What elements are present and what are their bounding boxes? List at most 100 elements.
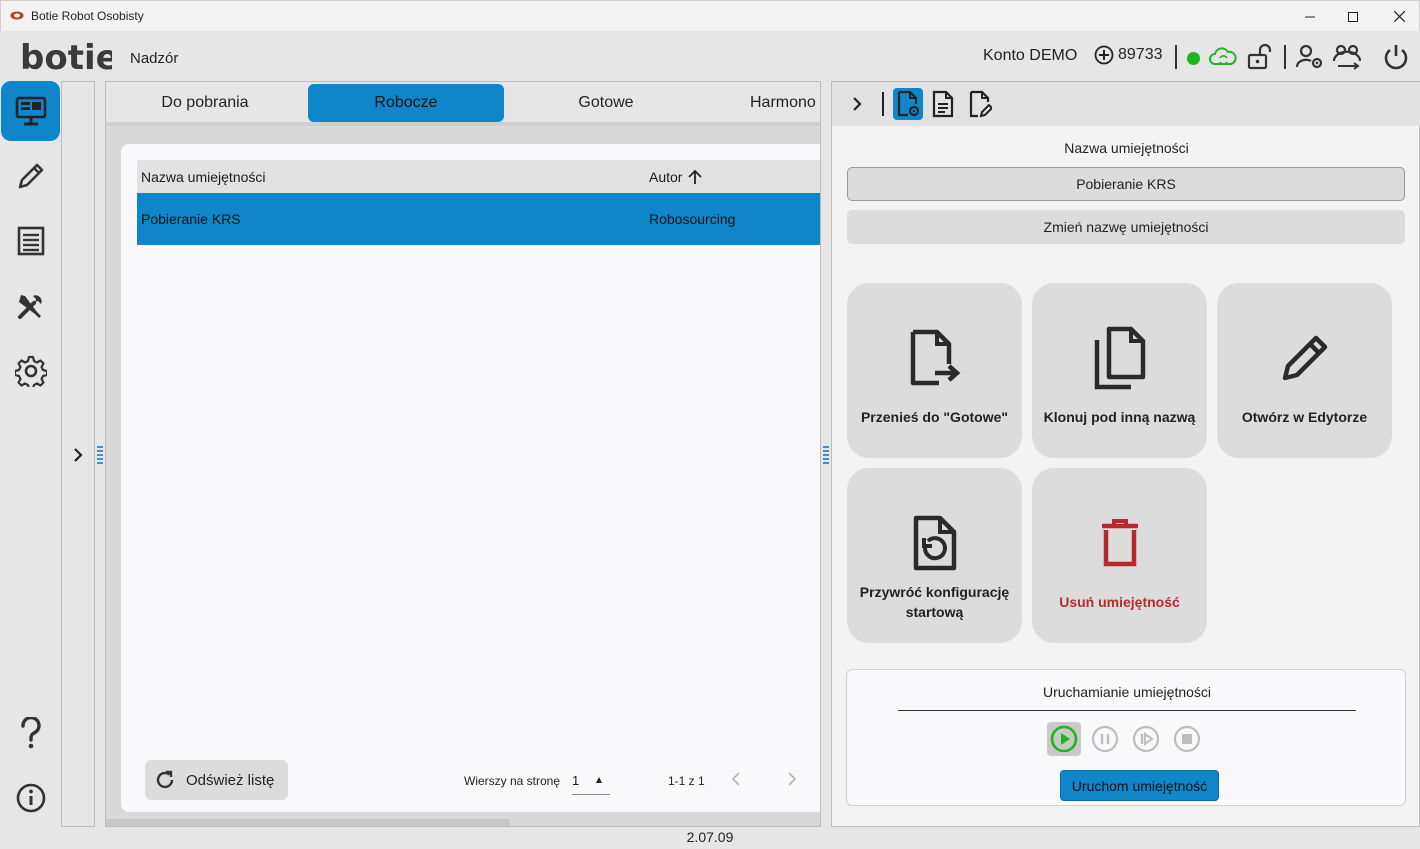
nav-label: Nadzór [130,50,179,67]
stop-icon [1173,725,1201,753]
column-header-name[interactable]: Nazwa umiejętności [141,169,266,185]
minimize-button[interactable] [1287,1,1333,32]
row-skill-author: Robosourcing [649,211,736,227]
sidebar-item-editor[interactable] [1,146,60,206]
connection-status-dot [1187,52,1200,65]
sort-ascending-icon [688,169,703,184]
unlock-icon[interactable] [1243,41,1275,73]
skill-name-field[interactable]: Pobieranie KRS [847,167,1405,201]
tab-robocze[interactable]: Robocze [308,84,504,122]
dropdown-caret-icon [596,777,602,783]
file-settings-button[interactable] [893,88,923,120]
chevron-right-icon[interactable] [72,447,84,463]
maximize-button[interactable] [1330,1,1376,32]
details-toolbar [832,82,1420,126]
next-page-button[interactable] [782,769,802,789]
refresh-list-button[interactable]: Odśwież listę [145,760,288,800]
pause-button[interactable] [1088,722,1122,756]
play-button[interactable] [1047,722,1081,756]
maximize-icon [1348,11,1358,22]
column-header-author[interactable]: Autor [649,169,703,185]
sidebar-item-settings[interactable] [1,341,60,401]
table-row[interactable]: Pobieranie KRS Robosourcing [137,193,820,245]
file-text-icon [932,90,954,118]
run-divider [898,710,1356,711]
cloud-sync-icon[interactable] [1207,41,1239,73]
rename-skill-button[interactable]: Zmień nazwę umiejętności [847,210,1405,244]
step-forward-icon [1132,725,1160,753]
rows-per-page-select[interactable]: 1 [572,767,610,795]
app-version: 2.07.09 [686,829,734,845]
sidebar-item-info[interactable] [1,768,60,828]
header-divider-2 [1284,45,1286,69]
run-skill-title: Uruchamianie umiejętności [1042,684,1212,700]
copy-icon [1094,326,1145,390]
restore-config-button[interactable]: Przywróć konfigurację startową [847,468,1022,643]
tab-bar: Do pobrania Robocze Gotowe Harmono [106,82,820,126]
sidebar-item-list[interactable] [1,211,60,271]
chevron-right-icon [853,97,862,111]
info-icon [16,783,45,813]
splitter-right[interactable] [821,81,831,827]
close-icon [1393,11,1405,22]
sidebar-item-help[interactable] [1,703,60,763]
horizontal-scrollbar[interactable] [106,819,510,826]
skill-details-panel: Nazwa umiejętności Pobieranie KRS Zmień … [831,81,1420,827]
header-divider [1175,45,1177,69]
file-edit-button[interactable] [965,88,995,120]
clone-skill-label: Klonuj pod inną nazwą [1043,409,1196,425]
help-icon [20,717,41,749]
sidebar [0,81,61,827]
file-text-button[interactable] [928,88,958,120]
splitter-grip[interactable] [97,446,103,464]
skills-table-card: Nazwa umiejętności Autor Pobieranie KRS … [121,144,820,812]
play-icon [1050,725,1078,753]
step-button[interactable] [1129,722,1163,756]
refresh-icon [156,770,174,789]
row-skill-name: Pobieranie KRS [141,211,241,227]
credits-icon [1094,45,1114,65]
collapse-details-button[interactable] [842,88,872,120]
power-icon[interactable] [1380,41,1412,73]
sidebar-item-monitor[interactable] [1,81,60,141]
tab-do-pobrania[interactable]: Do pobrania [106,84,304,122]
stop-button[interactable] [1170,722,1204,756]
table-header: Nazwa umiejętności Autor [137,160,820,193]
list-icon [17,226,44,256]
clone-skill-button[interactable]: Klonuj pod inną nazwą [1032,283,1207,458]
window-titlebar: Botie Robot Osobisty [0,0,1420,31]
chevron-left-icon [731,772,740,786]
move-to-ready-label: Przenieś do "Gotowe" [860,409,1009,425]
gear-icon [14,355,47,387]
close-button[interactable] [1376,1,1420,32]
run-skill-box: Uruchamianie umiejętności Uruchom umieję… [846,669,1406,806]
pagination-range: 1-1 z 1 [668,774,705,788]
refresh-list-label: Odśwież listę [186,771,275,789]
open-in-editor-label: Otwórz w Edytorze [1241,409,1368,425]
rows-per-page-value: 1 [572,773,580,788]
skills-list-panel: Do pobrania Robocze Gotowe Harmono Nazwa… [105,81,821,827]
move-to-ready-button[interactable]: Przenieś do "Gotowe" [847,283,1022,458]
run-skill-button[interactable]: Uruchom umiejętność [1060,770,1219,801]
monitor-icon [15,96,46,126]
splitter-left[interactable] [95,81,105,827]
users-transfer-icon[interactable] [1331,41,1363,73]
tab-harmonogram[interactable]: Harmono [708,84,820,122]
chevron-right-icon [788,772,797,786]
prev-page-button[interactable] [726,769,746,789]
sidebar-item-tools[interactable] [1,276,60,336]
user-settings-icon[interactable] [1294,41,1326,73]
trash-icon [1101,519,1138,567]
pencil-icon [1282,335,1327,381]
svg-text:botie: botie [20,38,112,77]
delete-skill-label: Usuń umiejętność [1059,594,1180,610]
tab-gotowe[interactable]: Gotowe [508,84,704,122]
open-in-editor-button[interactable]: Otwórz w Edytorze [1217,283,1392,458]
pencil-icon [18,163,43,189]
delete-skill-button[interactable]: Usuń umiejętność [1032,468,1207,643]
skill-name-label: Nazwa umiejętności [1064,140,1189,156]
file-settings-icon [897,90,920,117]
splitter-grip-2[interactable] [823,446,829,464]
app-header: botie Nadzór Konto DEMO 89733 [0,31,1420,81]
file-move-icon [910,329,960,386]
